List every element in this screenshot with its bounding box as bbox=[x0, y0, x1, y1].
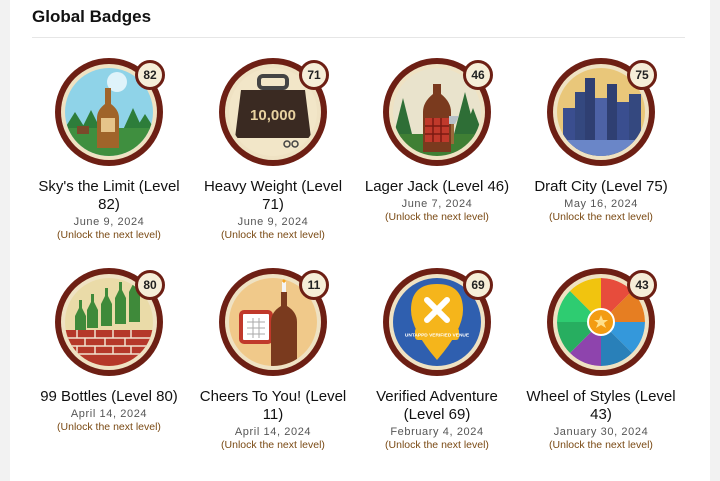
level-badge: 71 bbox=[299, 60, 329, 90]
badge-image[interactable]: 82 bbox=[55, 58, 165, 166]
badge-heavy-weight: 10,000 71 Heavy Weight (Level 71) June 9… bbox=[198, 58, 348, 241]
badge-image[interactable]: 10,000 71 bbox=[219, 58, 329, 166]
badge-name[interactable]: Verified Adventure (Level 69) bbox=[362, 388, 512, 424]
level-badge: 75 bbox=[627, 60, 657, 90]
weight-label: 10,000 bbox=[250, 107, 296, 124]
badge-date: June 7, 2024 bbox=[401, 198, 473, 210]
unlock-next-level-link[interactable]: (Unlock the next level) bbox=[526, 439, 676, 451]
badges-panel: Global Badges 82 Sky's the Limit (Level … bbox=[10, 0, 710, 481]
section-title: Global Badges bbox=[32, 7, 152, 26]
badge-name[interactable]: Cheers To You! (Level 11) bbox=[198, 388, 348, 424]
badge-name[interactable]: Lager Jack (Level 46) bbox=[362, 178, 512, 196]
level-badge: 80 bbox=[135, 270, 165, 300]
level-badge: 82 bbox=[135, 60, 165, 90]
badge-name[interactable]: Draft City (Level 75) bbox=[526, 178, 676, 196]
badge-name[interactable]: 99 Bottles (Level 80) bbox=[34, 388, 184, 406]
badge-skys-the-limit: 82 Sky's the Limit (Level 82) June 9, 20… bbox=[34, 58, 184, 241]
badge-date: May 16, 2024 bbox=[564, 198, 638, 210]
badge-image[interactable]: 43 bbox=[547, 268, 657, 376]
badge-name[interactable]: Sky's the Limit (Level 82) bbox=[34, 178, 184, 214]
badge-99-bottles: 80 99 Bottles (Level 80) April 14, 2024 … bbox=[34, 268, 184, 433]
badge-date: June 9, 2024 bbox=[73, 216, 145, 228]
badge-image[interactable]: 80 bbox=[55, 268, 165, 376]
unlock-next-level-link[interactable]: (Unlock the next level) bbox=[34, 421, 184, 433]
badge-date: January 30, 2024 bbox=[553, 426, 649, 438]
badge-name[interactable]: Wheel of Styles (Level 43) bbox=[526, 388, 676, 424]
level-badge: 43 bbox=[627, 270, 657, 300]
unlock-next-level-link[interactable]: (Unlock the next level) bbox=[526, 211, 676, 223]
badge-image[interactable]: 46 bbox=[383, 58, 493, 166]
verified-venue-text: UNTAPPD VERIFIED VENUE bbox=[405, 333, 470, 339]
unlock-next-level-link[interactable]: (Unlock the next level) bbox=[34, 229, 184, 241]
unlock-next-level-link[interactable]: (Unlock the next level) bbox=[198, 229, 348, 241]
level-badge: 69 bbox=[463, 270, 493, 300]
level-badge: 11 bbox=[299, 270, 329, 300]
badge-date: April 14, 2024 bbox=[70, 408, 148, 420]
badge-draft-city: 75 Draft City (Level 75) May 16, 2024 (U… bbox=[526, 58, 676, 223]
badge-verified-adventure: UNTAPPD VERIFIED VENUE 69 Verified Adven… bbox=[362, 268, 512, 451]
badge-date: February 4, 2024 bbox=[390, 426, 484, 438]
badge-image[interactable]: UNTAPPD VERIFIED VENUE 69 bbox=[383, 268, 493, 376]
unlock-next-level-link[interactable]: (Unlock the next level) bbox=[362, 211, 512, 223]
divider bbox=[32, 37, 685, 38]
badge-date: June 9, 2024 bbox=[237, 216, 309, 228]
badge-name[interactable]: Heavy Weight (Level 71) bbox=[198, 178, 348, 214]
badge-wheel-of-styles: 43 Wheel of Styles (Level 43) January 30… bbox=[526, 268, 676, 451]
badge-date: April 14, 2024 bbox=[234, 426, 312, 438]
unlock-next-level-link[interactable]: (Unlock the next level) bbox=[362, 439, 512, 451]
level-badge: 46 bbox=[463, 60, 493, 90]
badge-cheers-to-you: 11 Cheers To You! (Level 11) April 14, 2… bbox=[198, 268, 348, 451]
badge-image[interactable]: 11 bbox=[219, 268, 329, 376]
unlock-next-level-link[interactable]: (Unlock the next level) bbox=[198, 439, 348, 451]
badge-lager-jack: 46 Lager Jack (Level 46) June 7, 2024 (U… bbox=[362, 58, 512, 223]
badge-image[interactable]: 75 bbox=[547, 58, 657, 166]
